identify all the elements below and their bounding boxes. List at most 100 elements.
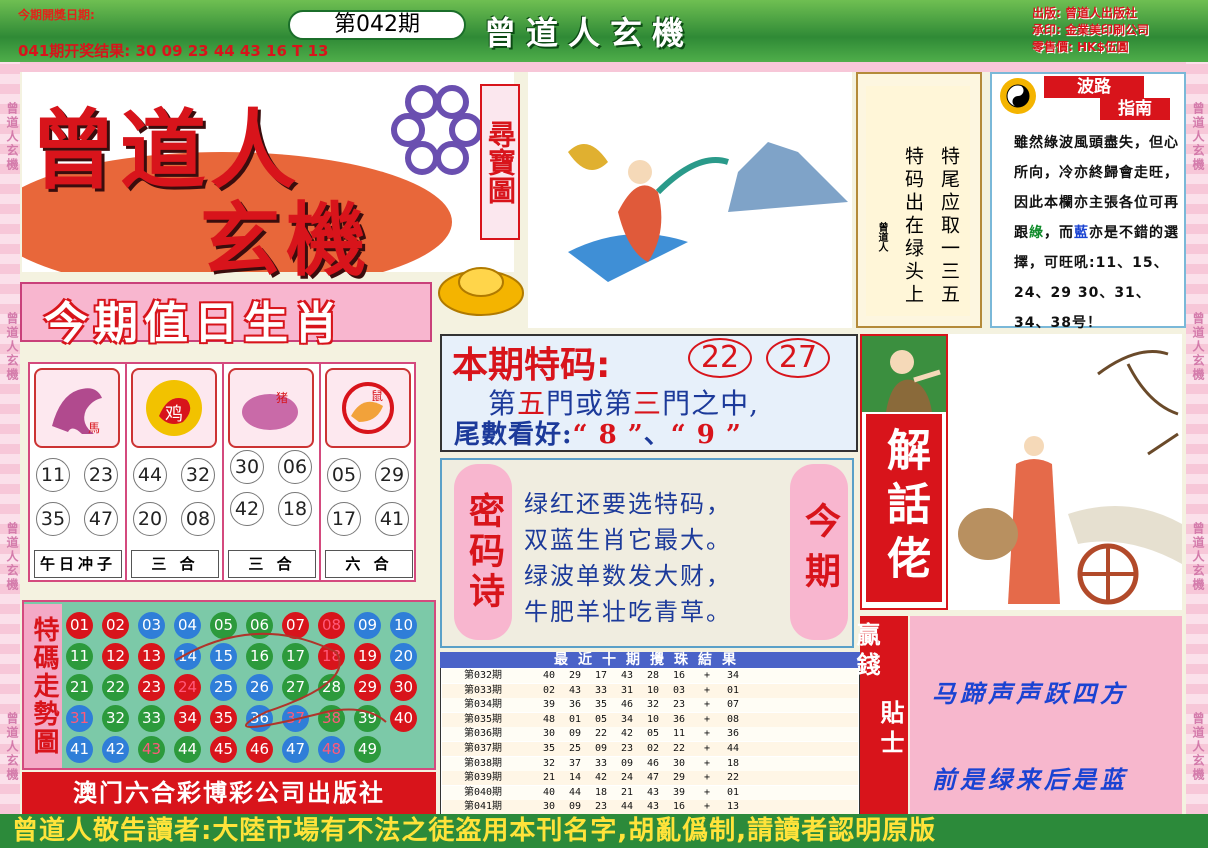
history-value: 39 — [542, 699, 556, 711]
zodiac-number: 08 — [181, 502, 215, 536]
poem-line: 绿波单数发大财， — [524, 562, 732, 590]
history-value: 18 — [594, 786, 608, 798]
zodiac-title: 今期值日生肖 — [44, 298, 344, 349]
history-period: 第033期 — [464, 684, 503, 696]
zodiac-number: 41 — [375, 502, 409, 536]
zodiac-number: 32 — [181, 458, 215, 492]
history-value: 28 — [646, 670, 660, 681]
poem-line: 双蓝生肖它最大。 — [524, 526, 732, 554]
history-value: 25 — [568, 743, 582, 754]
zodiac-number: 47 — [84, 502, 118, 536]
zodiac-cell-rat: 鼠 05 29 17 41 六 合 — [321, 364, 418, 582]
history-value: 24 — [620, 772, 634, 784]
special-number: 27 — [766, 338, 830, 378]
zodiac-glyph: 猪 — [276, 391, 288, 405]
history-value: 35 — [594, 699, 608, 711]
brand-title: 曾道人玄機 — [484, 14, 695, 52]
verse-line: 前是绿来后是蓝 — [932, 765, 1128, 794]
wave-title-1: 波路 — [1044, 76, 1144, 98]
history-row: 第039期 21 14 42 24 47 29 +22 — [442, 771, 858, 786]
history-value: 23 — [672, 699, 686, 711]
special-number: 22 — [688, 338, 752, 378]
history-value: 13 — [726, 801, 740, 813]
zodiac-number: 42 — [230, 492, 264, 526]
history-value: 08 — [726, 713, 740, 725]
gold-ingot-icon — [436, 258, 526, 322]
history-value: 17 — [594, 670, 608, 681]
rat-icon: 鼠 — [325, 368, 411, 448]
history-value: 42 — [620, 728, 634, 740]
history-value: + — [703, 713, 711, 725]
zodiac-label: 三 合 — [131, 550, 219, 578]
left-border-text: 曾道人玄機 — [5, 712, 19, 782]
issue-number: 第042期 — [288, 10, 466, 40]
last-result: 041期开奖结果: 30 09 23 44 43 16 T 13 — [18, 42, 329, 60]
history-value: 09 — [594, 743, 608, 754]
zodiac-number: 20 — [133, 502, 167, 536]
right-border-text: 曾道人玄機 — [1191, 312, 1205, 382]
zodiac-number: 11 — [36, 458, 70, 492]
history-value: 09 — [568, 728, 582, 740]
top-border — [0, 62, 1208, 72]
history-value: 07 — [726, 699, 740, 711]
history-row: 第037期 35 25 09 23 02 22 +44 — [442, 742, 858, 756]
history-value: 40 — [542, 786, 556, 798]
history-value: 44 — [726, 743, 740, 754]
publisher-line: 出版: 曾道人出版社 — [1032, 6, 1137, 20]
price-line: 零售價: HK$伍圓 — [1032, 40, 1129, 54]
pig-icon: 猪 — [228, 368, 314, 448]
history-period: 第039期 — [464, 772, 503, 784]
right-border-text: 曾道人玄機 — [1191, 102, 1205, 172]
history-period: 第041期 — [464, 801, 503, 813]
zodiac-label: 六 合 — [325, 550, 413, 578]
poem-line: 绿红还要选特码， — [524, 490, 732, 518]
history-row: 第038期 32 37 33 09 46 30 +18 — [442, 756, 858, 771]
history-title: 最近十期攪珠結果 — [440, 652, 860, 668]
zodiac-grid: 馬 11 23 35 47 午日冲子 鸡 44 32 20 08 三 合 猪 3… — [28, 362, 416, 582]
history-value: + — [703, 786, 711, 798]
history-value: 36 — [672, 713, 686, 725]
history-value: 09 — [620, 757, 634, 769]
history-value: 32 — [646, 699, 660, 711]
winning-label-left: 贏錢 — [852, 622, 880, 682]
taiji-icon — [998, 76, 1038, 120]
history-value: 40 — [542, 670, 556, 681]
next-draw-label: 今期開獎日期: — [18, 8, 95, 22]
history-value: 43 — [646, 801, 660, 813]
history-value: 23 — [620, 743, 634, 754]
tip-signature: 曾道人 — [876, 222, 887, 252]
wave-text-mid: ，而 — [1044, 225, 1074, 241]
winning-label-right: 貼士 — [876, 700, 904, 760]
treasure-map-tag: 尋寶圖 — [480, 84, 520, 240]
left-border-text: 曾道人玄機 — [5, 312, 19, 382]
right-border: 曾道人玄機 曾道人玄機 曾道人玄機 曾道人玄機 — [1186, 62, 1208, 814]
history-row: 第041期 30 09 23 44 43 16 +13 — [442, 800, 858, 815]
verse-line: 马蹄声声跃四方 — [932, 679, 1128, 708]
history-value: 47 — [646, 772, 660, 784]
history-row: 第034期 39 36 35 46 32 23 +07 — [442, 698, 858, 713]
history-value: 05 — [646, 728, 660, 740]
wave-blue-word: 藍 — [1074, 225, 1089, 241]
history-value: 36 — [568, 699, 582, 711]
history-value: 02 — [542, 684, 556, 696]
tail-text: 尾數看好: — [454, 420, 573, 450]
history-value: 44 — [620, 801, 634, 813]
scholar-scene — [948, 334, 1182, 610]
history-value: 22 — [672, 743, 686, 754]
history-value: 43 — [620, 670, 634, 681]
zodiac-number: 17 — [327, 502, 361, 536]
history-value: 22 — [726, 772, 740, 784]
zodiac-label: 三 合 — [228, 550, 316, 578]
pointing-man-icon — [862, 336, 946, 412]
zodiac-number: 44 — [133, 458, 167, 492]
history-value: + — [703, 699, 711, 711]
tail-number: “ 8 ” — [572, 420, 644, 450]
history-value: 33 — [594, 684, 608, 696]
history-value: + — [703, 757, 711, 769]
history-value: 01 — [726, 684, 740, 696]
history-value: 14 — [568, 772, 582, 784]
history-value: 21 — [620, 786, 634, 798]
history-period: 第040期 — [464, 786, 503, 798]
poem-label-right: 今期 — [790, 464, 848, 640]
history-value: 30 — [542, 728, 556, 740]
